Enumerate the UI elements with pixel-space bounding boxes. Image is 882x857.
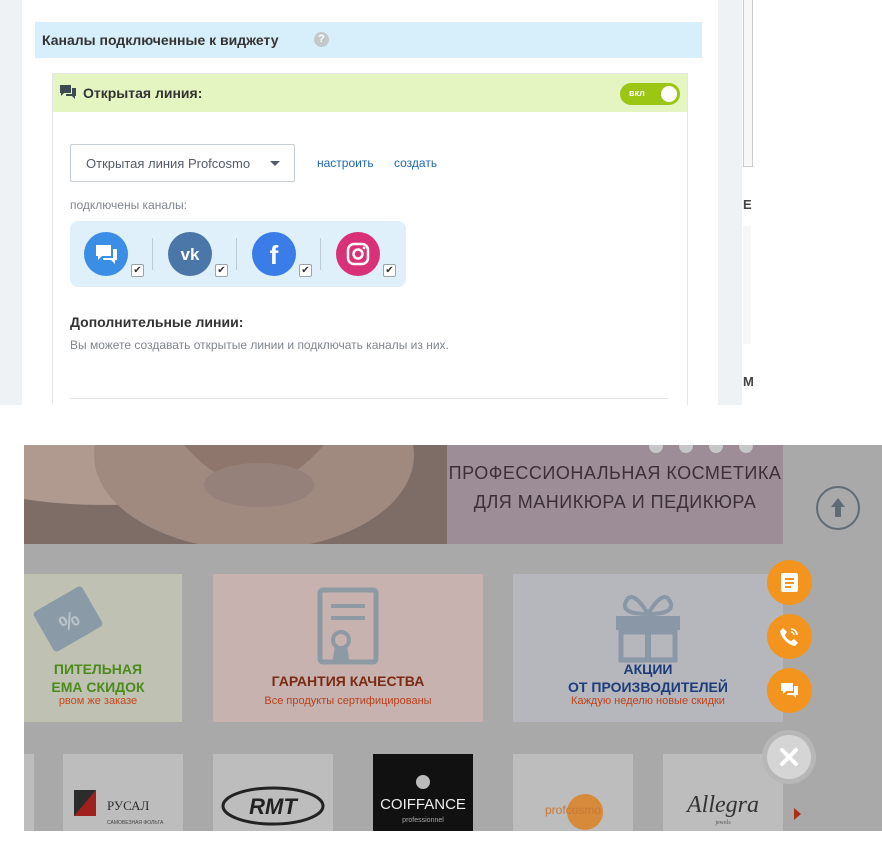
help-icon[interactable]: ? <box>314 32 329 47</box>
promo-tile-quality[interactable]: ГАРАНТИЯ КАЧЕСТВА Все продукты сертифици… <box>213 574 483 722</box>
brand-subtitle: САМОВЕЗНАЯ ФОЛЬГА <box>107 820 164 826</box>
close-widget-button[interactable] <box>762 730 816 784</box>
right-column-letter: М <box>743 374 754 389</box>
open-line-select-value: Открытая линия Profcosmo <box>86 156 251 171</box>
tile-line-1: АКЦИИ <box>623 661 673 677</box>
vk-channel-checkbox[interactable]: ✔ <box>215 264 228 277</box>
connected-channels-label: подключены каналы: <box>70 198 187 212</box>
banner-line-2: ДЛЯ МАНИКЮРА И ПЕДИКЮРА <box>473 492 757 512</box>
widget-settings-panel: Е М Каналы подключенные к виджету ? Откр… <box>0 0 882 405</box>
chat-channel-checkbox[interactable]: ✔ <box>131 264 144 277</box>
brand-name: COIFFANCE <box>380 796 466 813</box>
right-column: Е М <box>718 0 882 405</box>
brand-logo-profcosmo[interactable]: profcosmo <box>513 754 633 831</box>
slider-dot[interactable] <box>739 445 753 453</box>
open-line-select[interactable]: Открытая линия Profcosmo <box>70 144 295 182</box>
section-title: Каналы подключенные к виджету <box>42 32 279 48</box>
promo-tile-discounts[interactable]: % ПИТЕЛЬНАЯ ЕМА СКИДОК рвом же заказе <box>24 574 182 722</box>
right-column-letter: Е <box>743 197 752 212</box>
create-link[interactable]: создать <box>394 156 437 170</box>
open-line-header: Открытая линия: вкл <box>53 74 687 112</box>
instagram-channel-checkbox[interactable]: ✔ <box>383 264 396 277</box>
facebook-channel-checkbox[interactable]: ✔ <box>299 264 312 277</box>
chevron-down-icon <box>270 161 280 166</box>
right-column-fragment <box>743 226 751 344</box>
chat-bubbles-icon <box>59 84 77 100</box>
left-gutter <box>0 0 22 405</box>
close-icon <box>780 748 798 766</box>
brand-logo-rusal[interactable]: РУСАЛ САМОВЕЗНАЯ ФОЛЬГА <box>63 754 183 831</box>
close-button-inner <box>767 735 811 779</box>
brand-name: Allegra <box>685 792 759 818</box>
brand-name: profcosmo <box>545 803 601 817</box>
additional-lines-description: Вы можете создавать открытые линии и под… <box>70 338 449 352</box>
svg-text:f: f <box>270 240 279 270</box>
phone-icon <box>780 628 798 646</box>
open-line-title: Открытая линия: <box>83 85 203 101</box>
instagram-icon[interactable] <box>336 232 380 276</box>
open-line-toggle[interactable]: вкл <box>620 83 680 105</box>
call-button[interactable] <box>767 614 812 659</box>
connected-channels-list: ✔ vk ✔ f ✔ ✔ <box>70 221 406 287</box>
tile-line-2: ОТ ПРОИЗВОДИТЕЛЕЙ <box>568 679 728 695</box>
brand-subtitle: professionnel <box>402 817 444 824</box>
brand-name: RMT <box>249 794 298 819</box>
shop-page: ПРОФЕССИОНАЛЬНАЯ КОСМЕТИКА ДЛЯ МАНИКЮРА … <box>24 445 882 831</box>
brand-logo-coiffance[interactable]: COIFFANCE professionnel <box>373 754 473 831</box>
chat-icon <box>781 683 798 698</box>
slider-dot[interactable] <box>679 445 693 453</box>
banner-image <box>24 445 447 544</box>
slider-dot[interactable] <box>649 445 663 453</box>
open-line-box: Открытая линия: вкл Открытая линия Profc… <box>52 73 688 405</box>
arrow-up-icon <box>831 498 845 517</box>
svg-text:vk: vk <box>181 245 200 264</box>
form-button[interactable] <box>767 560 812 605</box>
chat-channel-icon[interactable] <box>84 232 128 276</box>
promo-tile-promotions[interactable]: АКЦИИ ОТ ПРОИЗВОДИТЕЛЕЙ Каждую неделю но… <box>513 574 783 722</box>
channel-separator <box>320 238 321 270</box>
tile-subtitle: рвом же заказе <box>58 695 138 707</box>
slider-dot[interactable] <box>709 445 723 453</box>
chat-button[interactable] <box>767 668 812 713</box>
facebook-icon[interactable]: f <box>252 232 296 276</box>
toggle-knob <box>661 86 677 102</box>
tile-line-1: ПИТЕЛЬНАЯ <box>53 661 143 677</box>
configure-link[interactable]: настроить <box>317 156 374 170</box>
form-icon <box>781 573 798 592</box>
brand-logo[interactable] <box>24 754 34 831</box>
banner-line-1: ПРОФЕССИОНАЛЬНАЯ КОСМЕТИКА <box>448 463 782 483</box>
brand-name: РУСАЛ <box>107 798 150 813</box>
channel-separator <box>236 238 237 270</box>
tile-subtitle: Все продукты сертифицированы <box>264 695 432 707</box>
channels-section-header: Каналы подключенные к виджету ? <box>35 22 702 58</box>
tile-line-1: ГАРАНТИЯ КАЧЕСТВА <box>271 673 425 689</box>
chevron-right-icon[interactable] <box>793 807 803 821</box>
brand-subtitle: jewels <box>714 820 731 826</box>
vk-icon[interactable]: vk <box>168 232 212 276</box>
additional-lines-title: Дополнительные линии: <box>70 314 244 330</box>
right-column-fragment <box>743 0 753 167</box>
brand-logo-rmt[interactable]: RMT <box>213 754 333 831</box>
scroll-up-button[interactable] <box>816 486 860 530</box>
divider <box>70 398 668 399</box>
right-gutter <box>718 0 742 405</box>
toggle-label: вкл <box>629 88 645 98</box>
channel-separator <box>152 238 153 270</box>
tile-subtitle: Каждую неделю новые скидки <box>571 695 725 707</box>
tile-line-2: ЕМА СКИДОК <box>51 679 145 695</box>
banner-text-area: ПРОФЕССИОНАЛЬНАЯ КОСМЕТИКА ДЛЯ МАНИКЮРА … <box>447 445 783 544</box>
